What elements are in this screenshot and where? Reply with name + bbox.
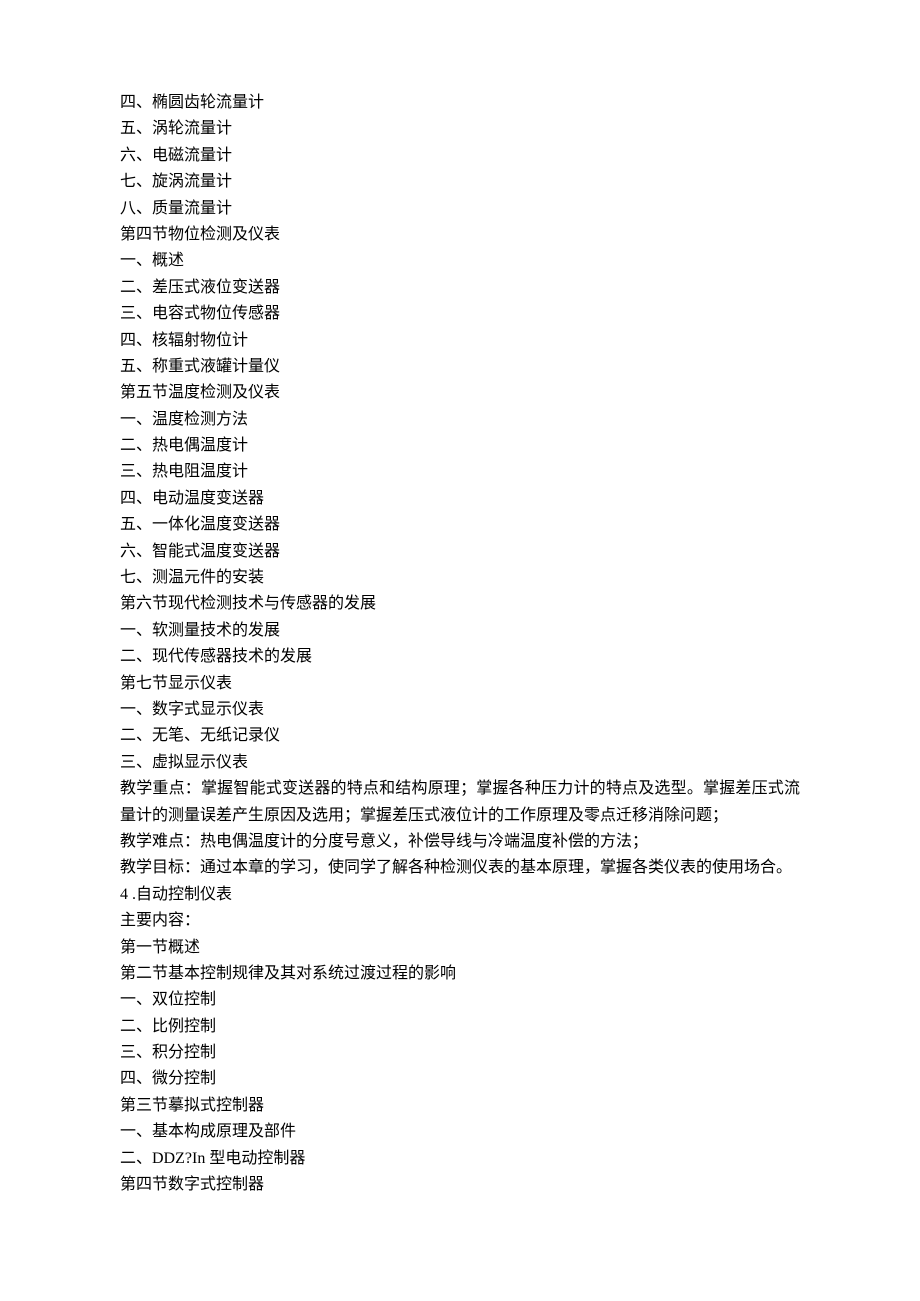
text-line: 二、比例控制 <box>120 1014 800 1040</box>
text-line: 五、一体化温度变送器 <box>120 512 800 538</box>
text-line: 第四节物位检测及仪表 <box>120 222 800 248</box>
text-line: 五、涡轮流量计 <box>120 116 800 142</box>
text-line: 一、概述 <box>120 248 800 274</box>
text-line: 三、积分控制 <box>120 1040 800 1066</box>
text-line: 四、微分控制 <box>120 1066 800 1092</box>
text-line: 教学重点：掌握智能式变送器的特点和结构原理；掌握各种压力计的特点及选型。掌握差压… <box>120 776 800 829</box>
text-line: 一、双位控制 <box>120 987 800 1013</box>
text-line: 三、电容式物位传感器 <box>120 301 800 327</box>
text-line: 二、现代传感器技术的发展 <box>120 644 800 670</box>
text-line: 第三节摹拟式控制器 <box>120 1093 800 1119</box>
text-line: 一、基本构成原理及部件 <box>120 1119 800 1145</box>
text-line: 四、电动温度变送器 <box>120 486 800 512</box>
text-line: 4 .自动控制仪表 <box>120 882 800 908</box>
text-line: 第五节温度检测及仪表 <box>120 380 800 406</box>
text-line: 一、温度检测方法 <box>120 407 800 433</box>
text-line: 第一节概述 <box>120 935 800 961</box>
text-line: 六、智能式温度变送器 <box>120 539 800 565</box>
text-line: 教学难点：热电偶温度计的分度号意义，补偿导线与冷端温度补偿的方法； <box>120 829 800 855</box>
text-line: 四、核辐射物位计 <box>120 328 800 354</box>
text-line: 二、差压式液位变送器 <box>120 275 800 301</box>
text-line: 一、数字式显示仪表 <box>120 697 800 723</box>
text-line: 二、DDZ?In 型电动控制器 <box>120 1146 800 1172</box>
text-line: 四、椭圆齿轮流量计 <box>120 90 800 116</box>
text-line: 二、热电偶温度计 <box>120 433 800 459</box>
text-line: 八、质量流量计 <box>120 196 800 222</box>
text-line: 二、无笔、无纸记录仪 <box>120 723 800 749</box>
text-line: 第四节数字式控制器 <box>120 1172 800 1198</box>
text-line: 七、测温元件的安装 <box>120 565 800 591</box>
text-line: 一、软测量技术的发展 <box>120 618 800 644</box>
text-line: 主要内容： <box>120 908 800 934</box>
text-line: 五、称重式液罐计量仪 <box>120 354 800 380</box>
text-line: 第六节现代检测技术与传感器的发展 <box>120 591 800 617</box>
text-line: 七、旋涡流量计 <box>120 169 800 195</box>
text-line: 第七节显示仪表 <box>120 671 800 697</box>
text-line: 三、虚拟显示仪表 <box>120 750 800 776</box>
text-line: 教学目标：通过本章的学习，使同学了解各种检测仪表的基本原理，掌握各类仪表的使用场… <box>120 855 800 881</box>
text-line: 六、电磁流量计 <box>120 143 800 169</box>
text-line: 三、热电阻温度计 <box>120 459 800 485</box>
text-line: 第二节基本控制规律及其对系统过渡过程的影响 <box>120 961 800 987</box>
document-page: 四、椭圆齿轮流量计 五、涡轮流量计 六、电磁流量计 七、旋涡流量计 八、质量流量… <box>0 0 920 1301</box>
